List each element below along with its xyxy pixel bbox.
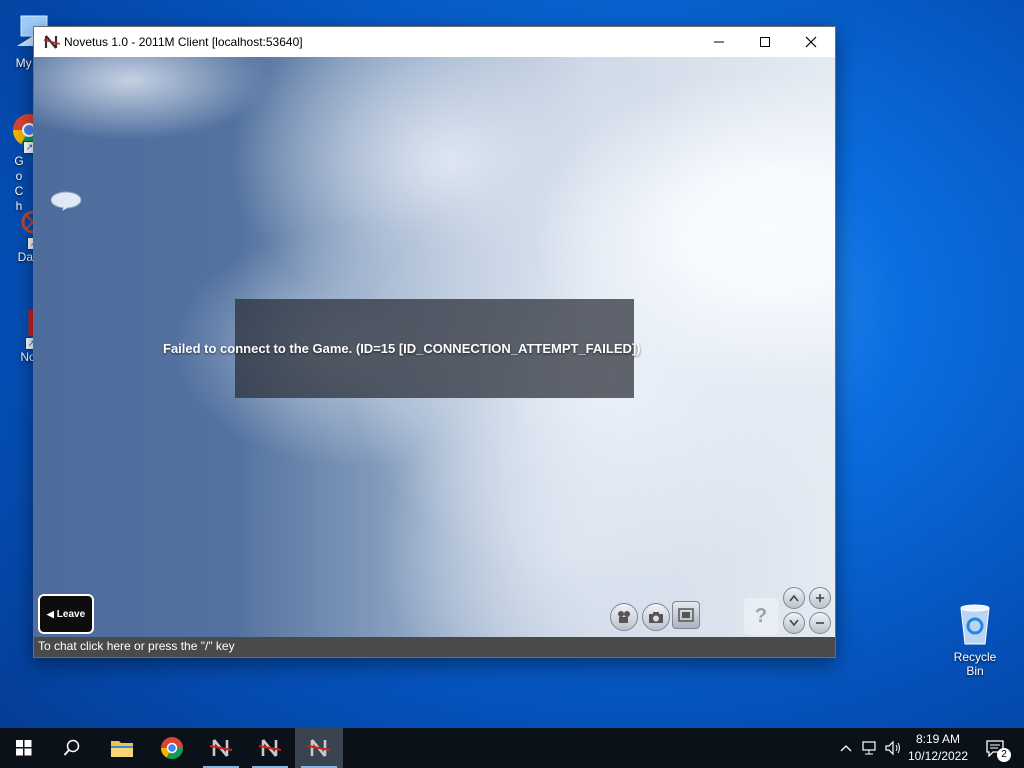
network-tray-button[interactable] <box>860 738 880 758</box>
window-title: Novetus 1.0 - 2011M Client [localhost:53… <box>64 35 303 49</box>
camera-icon <box>649 612 663 623</box>
chat-input-bar[interactable]: To chat click here or press the "/" key <box>34 637 835 657</box>
chevron-up-icon <box>840 745 852 752</box>
novetus-logo-icon <box>258 739 282 757</box>
chat-bubble-icon[interactable] <box>50 191 82 211</box>
record-video-button[interactable] <box>610 603 638 631</box>
fullscreen-icon <box>678 608 694 622</box>
maximize-icon <box>760 37 770 47</box>
maximize-button[interactable] <box>742 27 788 57</box>
action-center-button[interactable]: 2 <box>983 738 1011 762</box>
camera-tilt-up-button[interactable] <box>783 587 805 609</box>
start-button[interactable] <box>0 728 48 768</box>
chrome-icon <box>161 737 183 759</box>
zoom-out-button[interactable] <box>809 612 831 634</box>
clock-date: 10/12/2022 <box>907 749 969 763</box>
speaker-icon <box>885 740 900 756</box>
close-button[interactable] <box>788 27 834 57</box>
game-viewport[interactable]: Failed to connect to the Game. (ID=15 [I… <box>34 57 835 637</box>
arrow-down-icon <box>789 619 799 627</box>
volume-tray-button[interactable] <box>883 738 903 758</box>
novetus-logo-icon <box>43 35 61 49</box>
help-button[interactable]: ? <box>744 598 778 635</box>
zoom-in-button[interactable] <box>809 587 831 609</box>
close-icon <box>805 36 817 48</box>
network-icon <box>862 741 876 755</box>
minus-icon <box>816 622 824 624</box>
leave-button[interactable]: ◀ Leave <box>38 594 94 634</box>
help-label: ? <box>754 605 768 627</box>
back-arrow-icon: ◀ <box>46 608 54 619</box>
fullscreen-button[interactable] <box>672 601 700 629</box>
recycle-bin-icon <box>960 604 990 645</box>
minimize-button[interactable] <box>696 27 742 57</box>
screenshot-button[interactable] <box>642 603 670 631</box>
taskbar-novetus-1[interactable] <box>197 728 245 768</box>
windows-logo-icon <box>16 740 32 756</box>
novetus-logo-icon <box>307 739 331 757</box>
taskbar-novetus-2[interactable] <box>246 728 294 768</box>
show-hidden-icons-button[interactable] <box>836 738 856 758</box>
desktop-icon-label: Go Ch <box>14 154 24 213</box>
video-camera-icon <box>618 611 630 623</box>
desktop-icon-recycle-bin[interactable]: Recycle Bin <box>944 602 1006 678</box>
search-button[interactable] <box>48 728 96 768</box>
leave-label: Leave <box>56 608 86 620</box>
recycle-bin-label: Recycle Bin <box>953 650 997 678</box>
window-titlebar[interactable]: Novetus 1.0 - 2011M Client [localhost:53… <box>34 27 835 57</box>
search-icon <box>63 739 80 756</box>
taskbar-clock[interactable]: 8:19 AM 10/12/2022 <box>904 731 972 765</box>
novetus-client-window: Novetus 1.0 - 2011M Client [localhost:53… <box>33 26 836 658</box>
plus-icon <box>816 594 824 602</box>
taskbar-novetus-client[interactable] <box>295 728 343 768</box>
minimize-icon <box>714 41 724 43</box>
arrow-up-icon <box>789 594 799 602</box>
notification-count-badge: 2 <box>997 748 1011 762</box>
clock-time: 8:19 AM <box>915 732 961 746</box>
taskbar-google-chrome[interactable] <box>148 728 196 768</box>
taskbar-file-explorer[interactable] <box>98 728 146 768</box>
error-message: Failed to connect to the Game. (ID=15 [I… <box>163 341 641 356</box>
folder-icon <box>111 741 133 757</box>
novetus-logo-icon <box>209 739 233 757</box>
taskbar: 8:19 AM 10/12/2022 2 <box>0 728 1024 768</box>
camera-tilt-down-button[interactable] <box>783 612 805 634</box>
